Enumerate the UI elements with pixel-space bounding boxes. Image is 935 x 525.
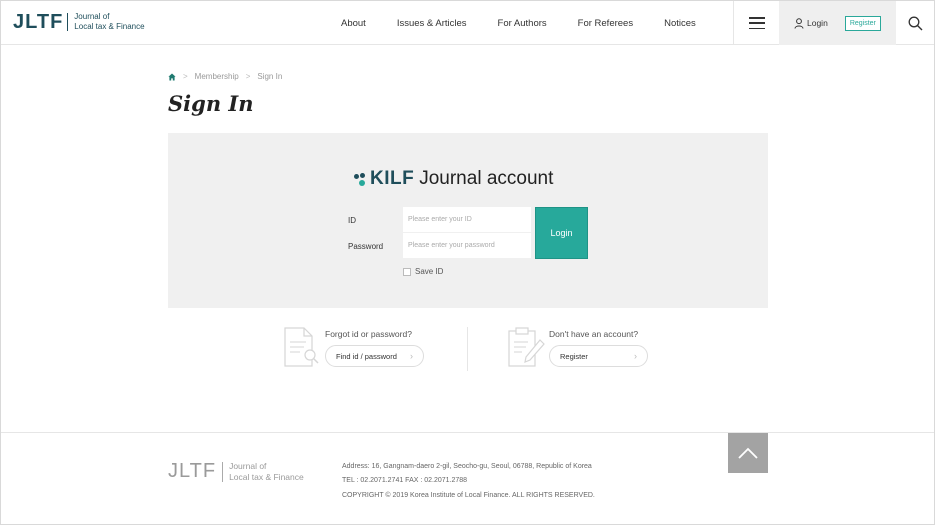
site-header: JLTF Journal of Local tax & Finance Abou… [1,1,934,45]
breadcrumb-separator: > [183,72,188,81]
home-icon[interactable] [168,73,176,81]
logo-mark: JLTF [13,11,64,33]
save-id-option[interactable]: Save ID [403,267,443,276]
footer-logo-mark: JLTF [168,460,217,482]
footer-logo-text: Journal of Local tax & Finance [229,461,304,483]
nav-for-referees[interactable]: For Referees [578,18,633,29]
nav-notices[interactable]: Notices [664,18,696,29]
find-account-content: Forgot id or password? Find id / passwor… [325,326,424,368]
page-title: Sign In [168,91,254,116]
nav-for-authors[interactable]: For Authors [498,18,547,29]
back-to-top-button[interactable] [728,433,768,473]
id-input[interactable]: Please enter your ID [403,207,531,232]
register-title: Don't have an account? [549,329,639,339]
header-register-button[interactable]: Register [844,15,881,31]
nav-about[interactable]: About [341,18,366,29]
logo-text: Journal of Local tax & Finance [74,12,144,32]
user-icon [794,17,804,29]
footer-copyright: COPYRIGHT © 2019 Korea Institute of Loca… [342,492,595,499]
password-input[interactable]: Please enter your password [403,233,531,258]
clipboard-pen-icon [508,327,545,367]
footer-logo: JLTF Journal of Local tax & Finance [168,460,304,483]
kilf-brand: KILF Journal account [354,168,553,190]
breadcrumb-membership[interactable]: Membership [195,72,239,81]
register-button[interactable]: Register › [549,345,648,367]
save-id-checkbox[interactable] [403,267,411,276]
chevron-up-icon [738,447,758,459]
header-login-link[interactable]: Login [794,17,828,29]
site-logo[interactable]: JLTF Journal of Local tax & Finance [13,11,145,33]
chevron-right-icon: › [634,351,637,361]
register-button-label: Register [560,351,588,361]
kilf-logo-dots-icon [354,171,368,187]
helper-divider [467,327,468,371]
site-footer: JLTF Journal of Local tax & Finance Addr… [1,432,934,524]
search-icon [908,16,922,30]
register-content: Don't have an account? Register › [549,326,648,368]
document-search-icon [284,327,319,367]
breadcrumb: > Membership > Sign In [168,72,282,81]
breadcrumb-sign-in: Sign In [257,72,283,81]
hamburger-menu-icon [748,17,765,29]
footer-logo-line-1: Journal of [229,460,267,471]
header-login-label: Login [807,18,828,28]
logo-line-1: Journal of [74,12,110,21]
find-account-title: Forgot id or password? [325,329,412,339]
brand-name: KILF [370,168,415,189]
user-area: Login Register [779,1,896,45]
logo-divider [67,13,69,31]
password-label: Password [348,242,384,251]
id-label: ID [348,216,356,225]
nav-issues-articles[interactable]: Issues & Articles [397,18,467,29]
find-account-section: Forgot id or password? Find id / passwor… [282,326,424,368]
chevron-right-icon: › [410,351,413,361]
register-section: Don't have an account? Register › [506,326,648,368]
footer-logo-line-2: Local tax & Finance [229,471,304,482]
menu-button[interactable] [733,1,779,45]
search-button[interactable] [896,1,934,45]
footer-info: Address: 16, Gangnam-daero 2-gil, Seocho… [342,460,595,503]
find-id-password-label: Find id / password [336,351,397,361]
breadcrumb-separator: > [245,72,251,81]
footer-logo-divider [222,461,224,482]
footer-contact: TEL : 02.2071.2741 FAX : 02.2071.2788 [342,476,468,484]
login-panel: KILF Journal account ID Please enter you… [168,133,768,308]
brand-subtitle: Journal account [419,168,554,189]
footer-address: Address: 16, Gangnam-daero 2-gil, Seocho… [342,463,592,470]
find-id-password-button[interactable]: Find id / password › [325,345,424,367]
logo-line-2: Local tax & Finance [74,22,145,31]
main-nav: About Issues & Articles For Authors For … [341,1,727,45]
login-submit-button[interactable]: Login [535,207,588,259]
save-id-label: Save ID [415,267,444,276]
